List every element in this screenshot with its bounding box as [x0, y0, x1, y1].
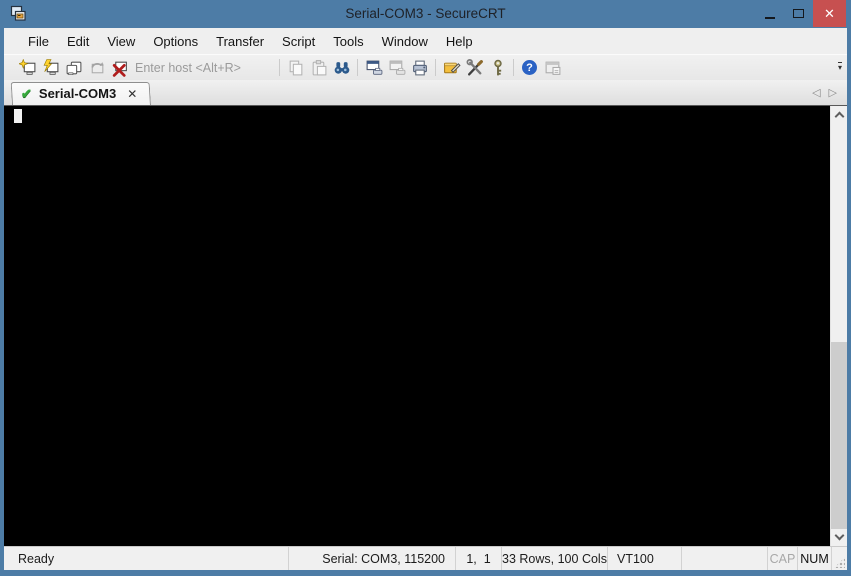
menu-tools[interactable]: Tools: [324, 29, 372, 54]
session-options-button[interactable]: [440, 57, 463, 79]
connect-in-tab-icon: [66, 61, 81, 75]
status-emulation: VT100: [607, 547, 681, 570]
disconnect-button[interactable]: [108, 57, 131, 79]
chevron-up-icon: [834, 111, 844, 122]
toolbar-separator: [435, 59, 436, 76]
reconnect-button[interactable]: [85, 57, 108, 79]
close-icon: ✕: [824, 5, 835, 21]
connected-check-icon: ✔: [21, 85, 32, 101]
help-icon: ?: [522, 60, 537, 75]
chevron-down-icon: [834, 530, 844, 541]
menu-view[interactable]: View: [98, 29, 144, 54]
scroll-up-button[interactable]: [831, 106, 847, 123]
maximize-icon: [793, 9, 804, 18]
scroll-down-button[interactable]: [831, 529, 847, 546]
tab-scroll-buttons: ◁ ▷: [812, 80, 837, 105]
minimize-button[interactable]: [755, 0, 784, 27]
find-button[interactable]: [330, 57, 353, 79]
toolbar-separator: [279, 59, 280, 76]
print-screen-icon: [366, 60, 382, 75]
titlebar: Serial-COM3 - SecureCRT ✕: [0, 0, 851, 28]
resize-grip[interactable]: [831, 547, 847, 570]
global-options-button[interactable]: [463, 57, 486, 79]
host-input[interactable]: [135, 57, 269, 78]
scrollbar-thumb[interactable]: [831, 342, 847, 529]
close-button[interactable]: ✕: [813, 0, 846, 27]
status-screen-size: 33 Rows, 100 Cols: [501, 547, 607, 570]
window-controls: ✕: [755, 0, 846, 27]
disconnect-icon: [112, 61, 127, 77]
app-icon[interactable]: [9, 5, 27, 23]
tab-scroll-left-icon[interactable]: ◁: [812, 86, 820, 99]
window-content: File Edit View Options Transfer Script T…: [4, 28, 847, 570]
minimize-icon: [764, 16, 775, 19]
print-icon: [412, 60, 427, 75]
quick-connect-icon: [43, 58, 58, 75]
paste-button[interactable]: [307, 57, 330, 79]
status-spacer: [681, 547, 767, 570]
keymap-icon: [493, 59, 502, 75]
help-button[interactable]: ?: [518, 57, 541, 79]
maximize-button[interactable]: [784, 0, 813, 27]
menubar: File Edit View Options Transfer Script T…: [4, 28, 847, 54]
file-transfer-icon: [545, 61, 560, 75]
connect-icon: [18, 58, 35, 75]
window-title: Serial-COM3 - SecureCRT: [345, 6, 506, 21]
menu-options[interactable]: Options: [144, 29, 207, 54]
toolbar: ? ▾: [4, 54, 847, 80]
tab-close-icon[interactable]: ✕: [127, 87, 137, 101]
status-num-lock: NUM: [797, 547, 831, 570]
auto-print-icon: [389, 60, 405, 75]
print-screen-button[interactable]: [362, 57, 385, 79]
session-options-icon: [443, 62, 461, 73]
auto-print-button[interactable]: [385, 57, 408, 79]
status-caps-lock: CAP: [767, 547, 797, 570]
menu-script[interactable]: Script: [273, 29, 324, 54]
print-button[interactable]: [408, 57, 431, 79]
menu-edit[interactable]: Edit: [58, 29, 98, 54]
toolbar-separator: [357, 59, 358, 76]
terminal-area: [4, 105, 847, 546]
menu-help[interactable]: Help: [437, 29, 482, 54]
statusbar: Ready Serial: COM3, 115200 1, 1 33 Rows,…: [4, 546, 847, 570]
menu-window[interactable]: Window: [373, 29, 437, 54]
paste-icon: [312, 59, 326, 75]
status-cursor-position: 1, 1: [455, 547, 501, 570]
terminal-screen[interactable]: [4, 106, 830, 546]
scrollbar-track[interactable]: [831, 123, 847, 529]
tabbar: ✔ Serial-COM3 ✕ ◁ ▷: [4, 80, 847, 105]
tab-serial-com3[interactable]: ✔ Serial-COM3 ✕: [12, 82, 151, 105]
connect-button[interactable]: [16, 57, 39, 79]
reconnect-icon: [90, 61, 104, 73]
find-icon: [334, 61, 349, 74]
status-serial-info: Serial: COM3, 115200: [288, 547, 455, 570]
menu-transfer[interactable]: Transfer: [207, 29, 273, 54]
status-ready: Ready: [18, 551, 55, 566]
securecrt-window: Serial-COM3 - SecureCRT ✕ File Edit View…: [0, 0, 851, 576]
menu-file[interactable]: File: [19, 29, 58, 54]
file-transfer-button[interactable]: [541, 57, 564, 79]
connect-in-tab-button[interactable]: [62, 57, 85, 79]
tab-scroll-right-icon[interactable]: ▷: [829, 86, 837, 99]
vertical-scrollbar: [830, 106, 847, 546]
toolbar-overflow-button[interactable]: ▾: [837, 62, 842, 72]
terminal-cursor: [14, 109, 22, 123]
copy-icon: [289, 60, 302, 75]
keymap-button[interactable]: [486, 57, 509, 79]
toolbar-separator: [513, 59, 514, 76]
copy-button[interactable]: [284, 57, 307, 79]
quick-connect-button[interactable]: [39, 57, 62, 79]
grip-dots-icon: [834, 557, 845, 568]
global-options-icon: [466, 58, 483, 76]
tab-label: Serial-COM3: [38, 86, 117, 101]
